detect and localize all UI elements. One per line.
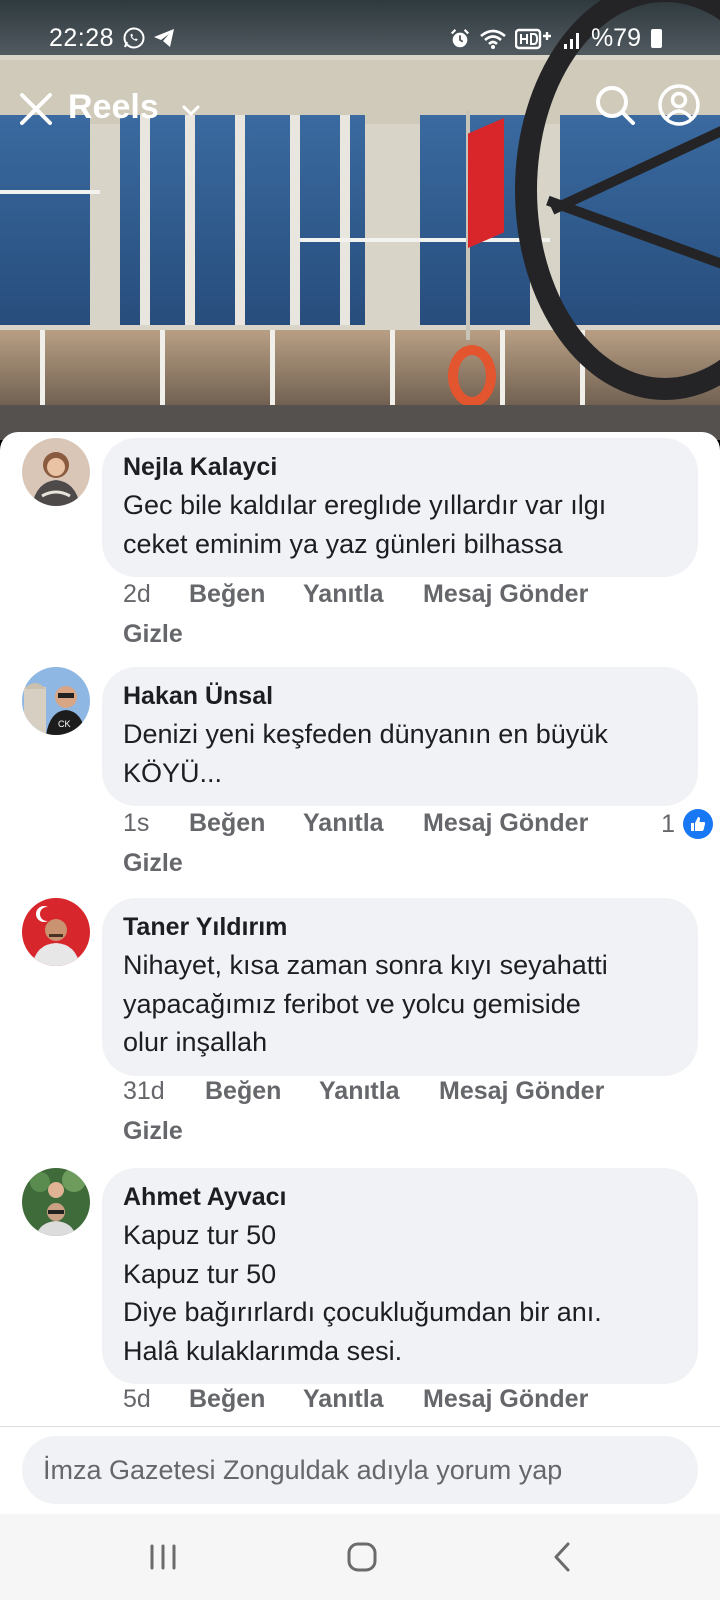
hide-button[interactable]: Gizle <box>123 849 183 878</box>
close-icon[interactable] <box>16 89 56 129</box>
send-message-button[interactable]: Mesaj Gönder <box>423 809 588 838</box>
video-railing <box>0 190 100 194</box>
system-nav-bar <box>0 1514 720 1600</box>
comment-author[interactable]: Taner Yıldırım <box>123 912 676 942</box>
hide-button[interactable]: Gizle <box>123 620 183 649</box>
avatar[interactable] <box>22 438 90 506</box>
reply-button[interactable]: Yanıtla <box>303 1385 384 1414</box>
video-post <box>270 330 275 410</box>
reply-button[interactable]: Yanıtla <box>319 1077 400 1106</box>
avatar[interactable] <box>22 898 90 966</box>
video-mullion <box>185 115 195 325</box>
comment-actions: 2d Beğen Yanıtla Mesaj Gönder Gizle <box>123 580 713 660</box>
comment-bubble[interactable]: Hakan Ünsal Denizi yeni keşfeden dünyanı… <box>102 667 698 806</box>
whatsapp-icon <box>123 27 145 49</box>
recent-apps-icon[interactable] <box>143 1540 183 1574</box>
video-post <box>40 330 45 410</box>
video-mullion <box>290 115 300 325</box>
comment-bubble[interactable]: Ahmet Ayvacı Kapuz tur 50 Kapuz tur 50 D… <box>102 1168 698 1384</box>
alarm-icon <box>450 28 469 47</box>
like-button[interactable]: Beğen <box>205 1077 281 1106</box>
like-reaction-icon <box>683 809 713 839</box>
comment-time: 1s <box>123 809 150 837</box>
comment-actions: 5d Beğen Yanıtla Mesaj Gönder <box>123 1385 713 1425</box>
status-time: 22:28 <box>49 24 115 52</box>
reply-button[interactable]: Yanıtla <box>303 580 384 609</box>
profile-icon[interactable] <box>656 82 702 128</box>
avatar[interactable] <box>22 1168 90 1236</box>
battery-icon <box>651 29 662 48</box>
comment-actions: 31d Beğen Yanıtla Mesaj Gönder Gizle <box>123 1077 713 1157</box>
comment-actions: 1s Beğen Yanıtla Mesaj Gönder 1 Gizle <box>123 809 713 889</box>
battery-percent: %79 <box>590 24 641 52</box>
reaction-count: 1 <box>661 809 675 838</box>
reels-top-bar: Reels <box>0 78 720 144</box>
divider <box>0 1426 720 1427</box>
send-message-button[interactable]: Mesaj Gönder <box>423 1385 588 1414</box>
send-message-button[interactable]: Mesaj Gönder <box>423 580 588 609</box>
comment-time: 2d <box>123 580 151 608</box>
video-mullion <box>235 115 245 325</box>
comment-author[interactable]: Nejla Kalayci <box>123 452 676 482</box>
reels-title[interactable]: Reels <box>68 88 159 127</box>
video-mullion <box>340 115 350 325</box>
comment-text: Denizi yeni keşfeden dünyanın en büyük K… <box>123 719 608 788</box>
comment-bubble[interactable]: Nejla Kalayci Gec bile kaldılar ereglıde… <box>102 438 698 577</box>
like-button[interactable]: Beğen <box>189 580 265 609</box>
comment-time: 5d <box>123 1385 151 1413</box>
comments-sheet: Nejla Kalayci Gec bile kaldılar ereglıde… <box>0 432 720 1514</box>
status-system-icons: %79 <box>449 24 662 53</box>
telegram-icon <box>154 29 174 47</box>
comment-author[interactable]: Ahmet Ayvacı <box>123 1182 676 1212</box>
reaction-summary[interactable]: 1 <box>661 809 713 839</box>
video-lifebuoy <box>448 345 496 407</box>
send-message-button[interactable]: Mesaj Gönder <box>439 1077 604 1106</box>
like-button[interactable]: Beğen <box>189 809 265 838</box>
status-bar: 22:28 %79 <box>0 18 720 62</box>
video-post <box>500 330 505 410</box>
reel-video[interactable] <box>0 0 720 440</box>
wifi-icon <box>480 29 506 49</box>
video-post <box>160 330 165 410</box>
comment-time: 31d <box>123 1077 165 1105</box>
comment-text: Nihayet, kısa zaman sonra kıyı seyahatti… <box>123 950 608 1057</box>
comment-input[interactable] <box>22 1436 698 1504</box>
comments-list[interactable]: Nejla Kalayci Gec bile kaldılar ereglıde… <box>0 432 720 1426</box>
like-button[interactable]: Beğen <box>189 1385 265 1414</box>
comment-author[interactable]: Hakan Ünsal <box>123 681 676 711</box>
status-notification-icons <box>122 26 176 50</box>
chevron-down-icon[interactable] <box>180 100 202 122</box>
hd-voice-icon <box>514 28 551 49</box>
comment-text: Kapuz tur 50 Kapuz tur 50 Diye bağırırla… <box>123 1220 602 1366</box>
hide-button[interactable]: Gizle <box>123 1117 183 1146</box>
video-mullion <box>140 115 150 325</box>
reply-button[interactable]: Yanıtla <box>303 809 384 838</box>
comment-bubble[interactable]: Taner Yıldırım Nihayet, kısa zaman sonra… <box>102 898 698 1076</box>
video-post <box>390 330 395 410</box>
avatar[interactable]: CK <box>22 667 90 735</box>
signal-icon <box>563 32 579 49</box>
video-railing <box>300 238 550 242</box>
back-icon[interactable] <box>544 1540 584 1574</box>
home-icon[interactable] <box>342 1540 382 1574</box>
svg-text:CK: CK <box>58 719 71 729</box>
search-icon[interactable] <box>592 82 638 128</box>
comment-composer <box>22 1436 698 1504</box>
comment-text: Gec bile kaldılar ereglıde yıllardır var… <box>123 490 607 559</box>
video-window <box>0 115 90 325</box>
